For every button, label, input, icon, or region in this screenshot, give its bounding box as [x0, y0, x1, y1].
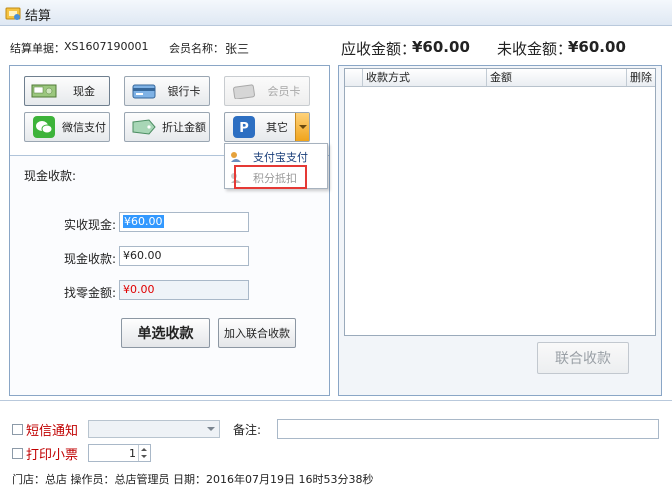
column-amount: 金额	[487, 69, 627, 86]
status-footer: 门店：总店 操作员：总店管理员 日期：2016年07月19日 16时53分38秒	[12, 473, 374, 486]
change-amount-value: ¥0.00	[123, 283, 155, 296]
discount-tag-icon	[129, 117, 159, 137]
cash-received-label: 现金收款:	[63, 252, 116, 266]
print-count-value: 1	[129, 447, 136, 460]
bottom-options: 短信通知 备注: 打印小票 1 门店：总店 操作员：总店管理员 日期：2016年…	[0, 400, 672, 489]
column-payment-method: 收款方式	[363, 69, 487, 86]
joint-payment-button[interactable]: 联合收款	[537, 342, 629, 374]
print-receipt-checkbox[interactable]	[12, 448, 23, 459]
highlight-box	[234, 165, 307, 189]
wechat-pay-label: 微信支付	[62, 121, 106, 134]
add-joint-payment-button[interactable]: 加入联合收款	[218, 318, 296, 348]
cash-button[interactable]: 现金	[24, 76, 110, 106]
window-title: 结算	[25, 9, 52, 24]
wechat-pay-button[interactable]: 微信支付	[24, 112, 110, 142]
print-receipt-label: 打印小票	[26, 448, 79, 463]
change-amount-field: ¥0.00	[119, 280, 249, 300]
cash-icon	[29, 81, 59, 101]
actual-cash-value: ¥60.00	[123, 215, 164, 228]
sms-checkbox[interactable]	[12, 424, 23, 435]
cash-label: 现金	[73, 85, 95, 98]
info-bar: 结算单据： XS1607190001 会员名称： 张三 应收金额： ¥60.00…	[0, 26, 672, 62]
chevron-up-icon	[141, 448, 147, 451]
actual-cash-label: 实收现金:	[63, 218, 116, 232]
title-bar: 结算	[0, 0, 672, 26]
stepper-buttons[interactable]	[138, 445, 150, 461]
cash-section-title: 现金收款:	[24, 169, 77, 183]
discount-button[interactable]: 折让金额	[124, 112, 210, 142]
member-card-icon	[229, 81, 259, 101]
bank-card-icon	[129, 81, 159, 101]
menu-item-alipay-label: 支付宝支付	[253, 150, 308, 164]
member-card-button[interactable]: 会员卡	[224, 76, 310, 106]
paypal-icon: P	[229, 116, 259, 138]
other-payment-button[interactable]: P 其它	[224, 112, 310, 142]
grid-header: 收款方式 金额 删除	[345, 69, 655, 87]
bank-card-label: 银行卡	[167, 85, 201, 98]
discount-label: 折让金额	[162, 121, 206, 134]
member-card-label: 会员卡	[267, 85, 301, 98]
payment-method-buttons: 现金 银行卡 会员卡 微信支付 折让金额 P 其它	[10, 66, 329, 155]
column-delete: 删除	[630, 71, 652, 84]
due-amount: ¥60.00	[412, 38, 470, 56]
cash-received-input[interactable]: ¥60.00	[119, 246, 249, 266]
actual-cash-input[interactable]: ¥60.00	[119, 212, 249, 232]
other-dropdown-arrow[interactable]	[295, 113, 309, 141]
sms-label: 短信通知	[26, 424, 79, 439]
sms-template-select[interactable]	[88, 420, 220, 438]
chevron-down-icon	[298, 125, 307, 129]
unpaid-label: 未收金额：	[497, 40, 573, 58]
change-label: 找零金额:	[63, 286, 116, 300]
cash-payment-area: 现金收款: 实收现金: ¥60.00 现金收款: ¥60.00 找零金额: ¥0…	[10, 155, 329, 395]
joint-payment-panel: 收款方式 金额 删除 联合收款	[338, 65, 662, 396]
grid-row-header	[345, 69, 363, 86]
order-label: 结算单据：	[10, 42, 65, 55]
menu-item-alipay[interactable]: 支付宝支付	[225, 146, 327, 167]
chevron-down-icon	[141, 455, 147, 458]
unpaid-amount: ¥60.00	[568, 38, 626, 56]
due-label: 应收金额：	[341, 40, 417, 58]
cash-received-value: ¥60.00	[123, 249, 162, 262]
app-icon	[5, 5, 21, 21]
alipay-icon	[225, 150, 247, 164]
payment-panel: 现金 银行卡 会员卡 微信支付 折让金额 P 其它 现金收款: 实收现金: ¥6…	[9, 65, 330, 396]
single-payment-button[interactable]: 单选收款	[121, 318, 210, 348]
payment-grid: 收款方式 金额 删除	[344, 68, 656, 336]
svg-text:P: P	[239, 121, 249, 136]
chevron-down-icon	[207, 427, 215, 431]
bank-card-button[interactable]: 银行卡	[124, 76, 210, 106]
member-name: 张三	[225, 42, 250, 56]
print-count-stepper[interactable]: 1	[88, 444, 151, 462]
note-input[interactable]	[277, 419, 659, 439]
other-payment-label: 其它	[266, 121, 288, 134]
wechat-icon	[29, 116, 59, 138]
member-label: 会员名称：	[169, 42, 224, 55]
note-label: 备注:	[233, 423, 262, 437]
order-number: XS1607190001	[64, 40, 149, 53]
